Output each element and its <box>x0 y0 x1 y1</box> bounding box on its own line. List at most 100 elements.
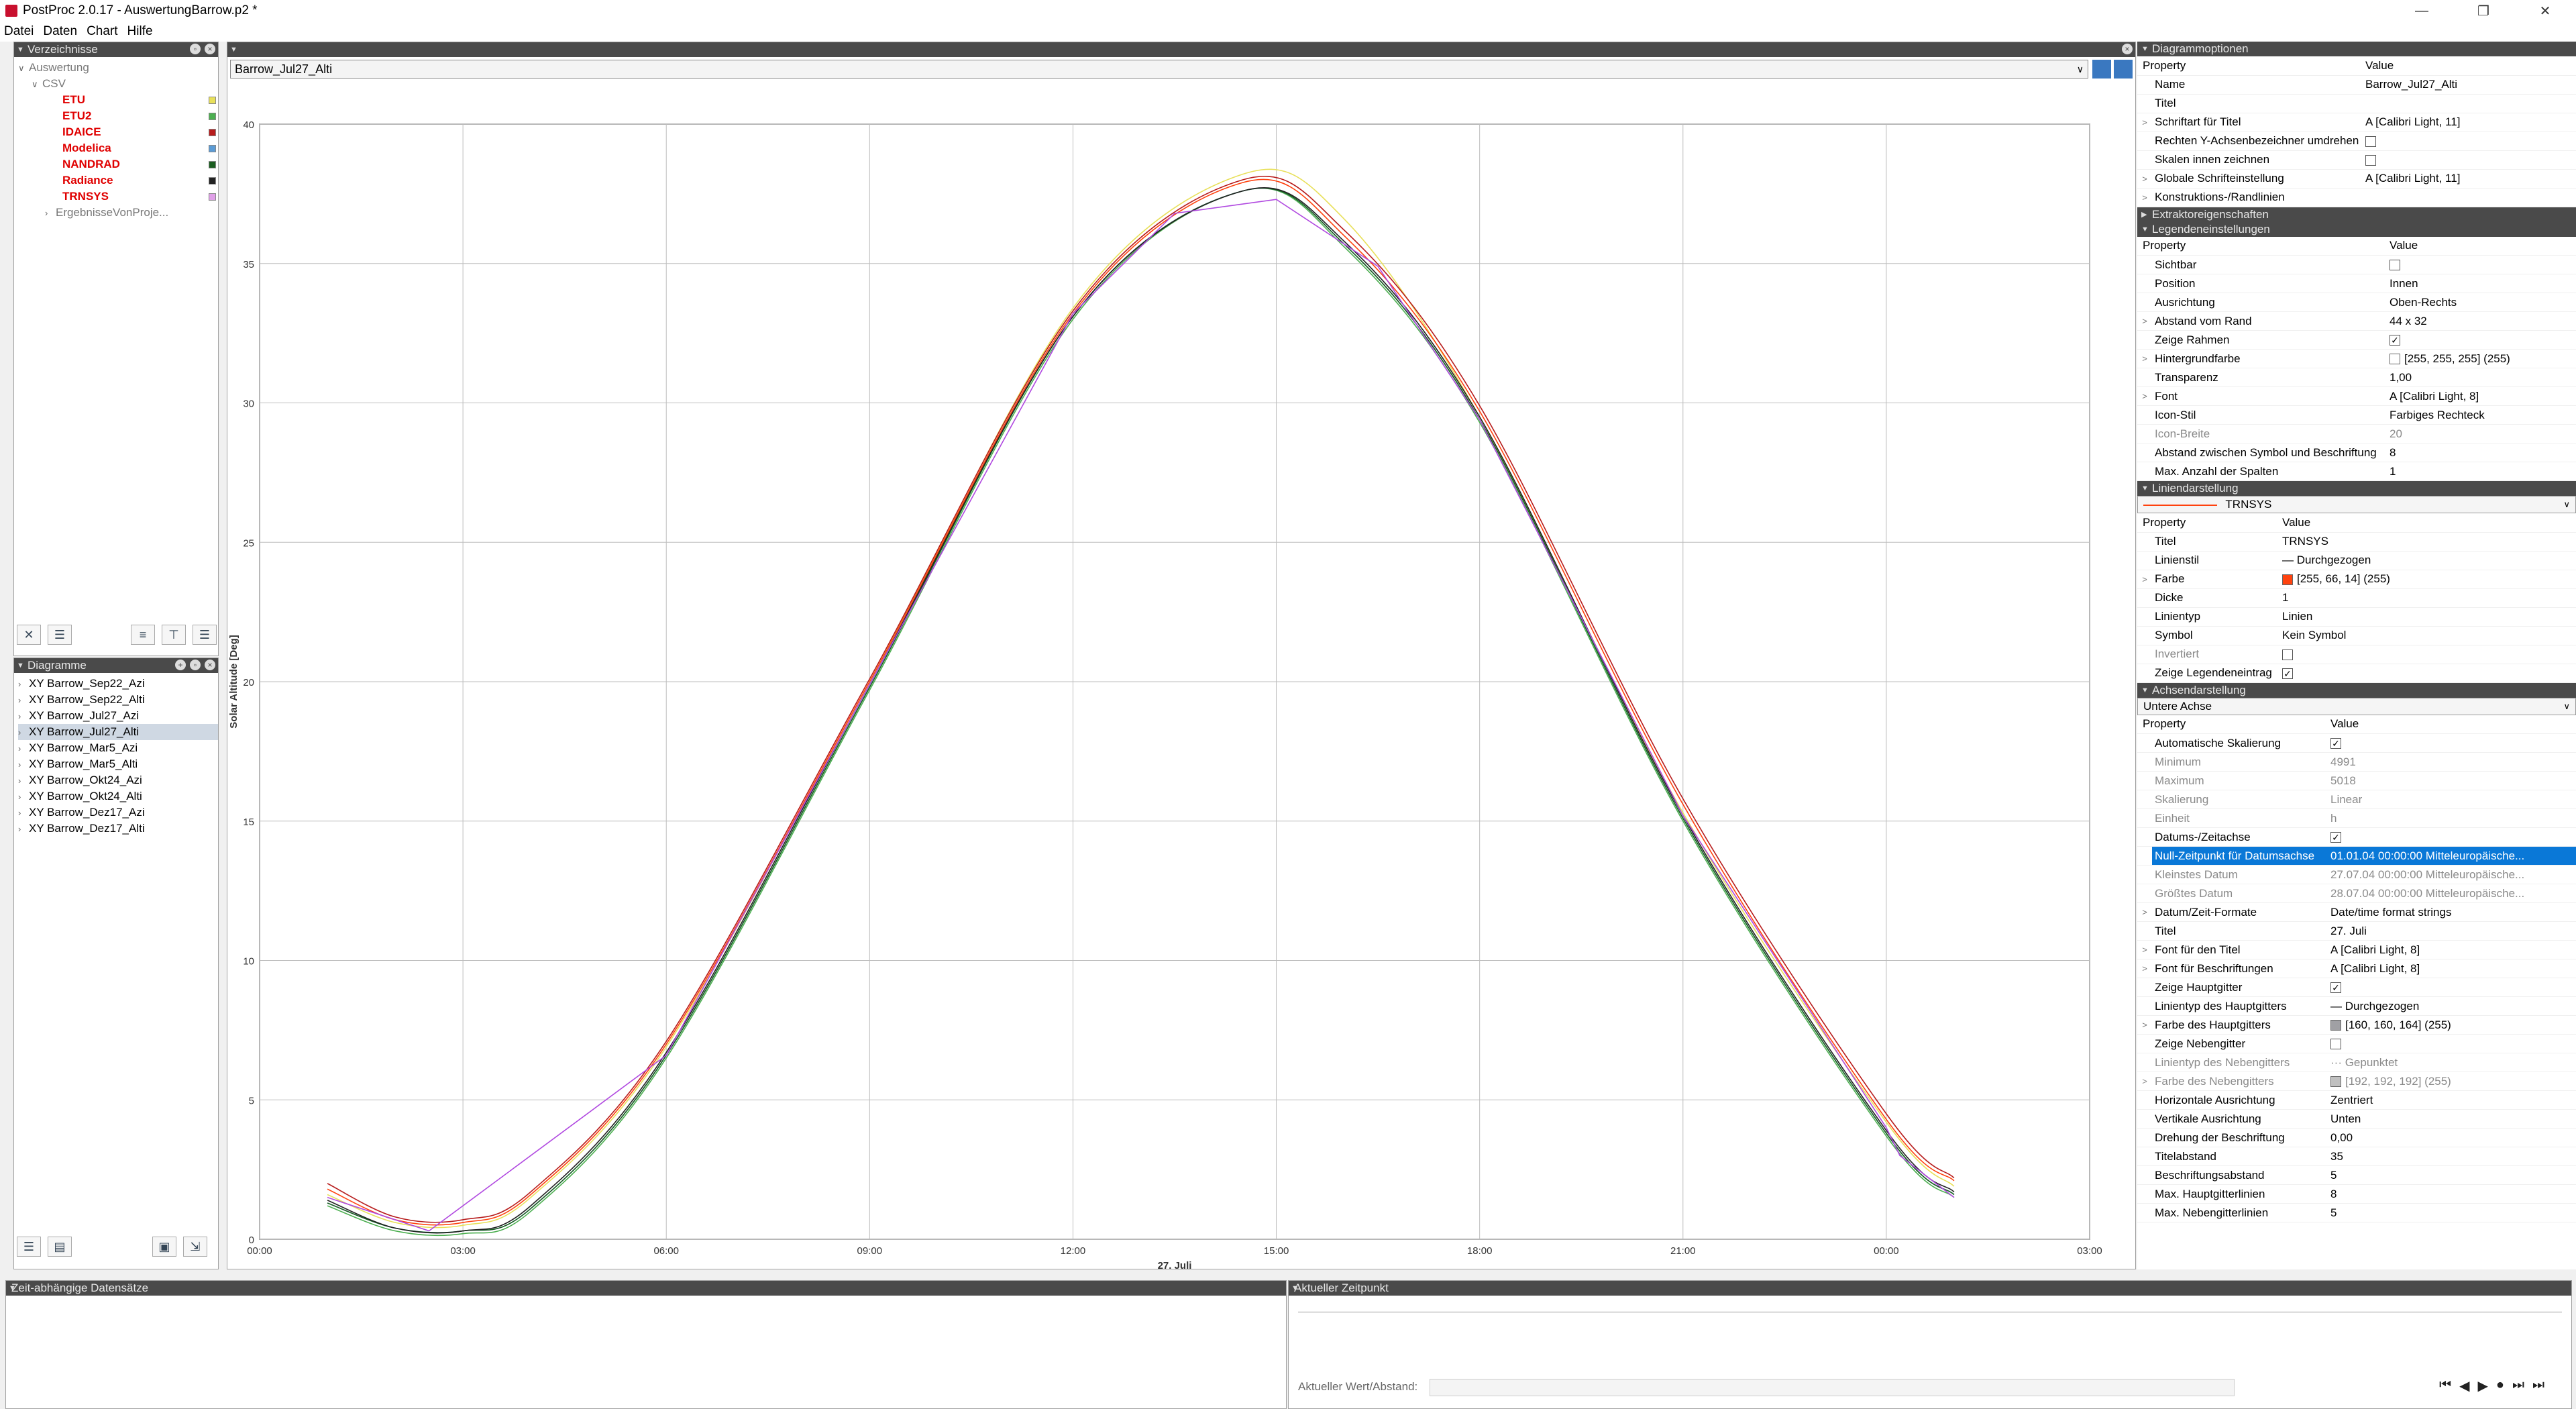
expand-all-icon[interactable]: ≡ <box>131 625 155 645</box>
chevron-right-icon[interactable]: > <box>2137 349 2152 368</box>
add-icon[interactable]: + <box>175 660 186 670</box>
chart-select[interactable]: Barrow_Jul27_Alti ∨ <box>230 60 2088 79</box>
property-value[interactable]: A [Calibri Light, 8] <box>2328 959 2576 978</box>
tree-item-radiance[interactable]: Radiance <box>18 172 218 189</box>
property-value[interactable]: ✓ <box>2328 827 2576 847</box>
property-row[interactable]: Linienstil — Durchgezogen <box>2137 551 2576 570</box>
checkbox[interactable] <box>2330 1039 2341 1050</box>
property-value[interactable] <box>2279 645 2576 664</box>
menu-datei[interactable]: Datei <box>4 24 34 39</box>
property-row[interactable]: Abstand zwischen Symbol und Beschriftung… <box>2137 443 2576 462</box>
current-value-field[interactable] <box>1430 1379 2235 1396</box>
chevron-right-icon[interactable]: > <box>2137 959 2152 978</box>
property-value[interactable] <box>2328 1034 2576 1053</box>
property-value[interactable]: — Durchgezogen <box>2328 996 2576 1016</box>
property-value[interactable] <box>2387 255 2576 274</box>
chevron-right-icon[interactable]: > <box>2137 113 2152 132</box>
property-value[interactable]: 28.07.04 00:00:00 Mitteleuropäische... <box>2328 884 2576 903</box>
property-row[interactable]: > Schriftart für Titel A [Calibri Light, 1… <box>2137 113 2576 132</box>
property-value[interactable]: A [Calibri Light, 11] <box>2363 169 2576 189</box>
property-row[interactable]: Max. Hauptgitterlinien 8 <box>2137 1184 2576 1204</box>
property-row[interactable]: > Globale Schrifteinstellung A [Calibri Li… <box>2137 169 2576 189</box>
property-value[interactable]: ✓ <box>2279 664 2576 683</box>
property-row[interactable]: Horizontale Ausrichtung Zentriert <box>2137 1090 2576 1110</box>
property-value[interactable]: 44 x 32 <box>2387 311 2576 331</box>
chevron-right-icon[interactable]: › <box>45 205 56 221</box>
chevron-right-icon[interactable]: › <box>18 757 29 773</box>
property-value[interactable]: A [Calibri Light, 8] <box>2387 386 2576 406</box>
property-value[interactable]: 01.01.04 00:00:00 Mitteleuropäische... <box>2328 846 2576 866</box>
export-icon[interactable]: ⇲ <box>183 1237 207 1257</box>
property-row[interactable]: Transparenz 1,00 <box>2137 368 2576 387</box>
property-row[interactable]: Symbol Kein Symbol <box>2137 626 2576 645</box>
property-value[interactable]: 8 <box>2387 443 2576 462</box>
chevron-right-icon[interactable]: › <box>18 789 29 805</box>
diagram-list-item[interactable]: › XY Barrow_Sep22_Alti <box>18 692 218 708</box>
chevron-right-icon[interactable]: > <box>2137 311 2152 331</box>
layout-icon[interactable] <box>2092 60 2111 79</box>
property-row[interactable]: Datums-/Zeitachse ✓ <box>2137 827 2576 847</box>
property-value[interactable]: 1 <box>2387 462 2576 481</box>
chevron-right-icon[interactable]: > <box>2137 902 2152 922</box>
property-row[interactable]: > Font für Beschriftungen A [Calibri Light… <box>2137 959 2576 978</box>
remove-icon[interactable]: ✕ <box>17 625 41 645</box>
chevron-right-icon[interactable]: › <box>18 821 29 837</box>
property-value[interactable]: 0,00 <box>2328 1128 2576 1147</box>
property-value[interactable]: A [Calibri Light, 11] <box>2363 113 2576 132</box>
property-row[interactable]: Null-Zeitpunkt für Datumsachse 01.01.04 0… <box>2137 846 2576 866</box>
property-row[interactable]: Zeige Hauptgitter ✓ <box>2137 978 2576 997</box>
checkbox[interactable] <box>2282 649 2293 660</box>
property-row[interactable]: Skalierung Linear <box>2137 790 2576 809</box>
chevron-right-icon[interactable]: › <box>18 741 29 757</box>
property-value[interactable]: 4991 <box>2328 752 2576 772</box>
property-value[interactable]: [160, 160, 164] (255) <box>2328 1015 2576 1035</box>
property-value[interactable]: Oben-Rechts <box>2387 293 2576 312</box>
property-row[interactable]: Linientyp Linien <box>2137 607 2576 627</box>
checkbox[interactable]: ✓ <box>2330 982 2341 994</box>
chevron-right-icon[interactable]: > <box>2137 1072 2152 1091</box>
media-control-icon[interactable]: ◀ <box>2459 1377 2469 1394</box>
diagram-list-item[interactable]: › XY Barrow_Mar5_Alti <box>18 756 218 772</box>
property-value[interactable]: ✓ <box>2328 978 2576 997</box>
property-value[interactable]: ✓ <box>2387 330 2576 350</box>
checkbox[interactable]: ✓ <box>2330 832 2341 843</box>
property-value[interactable]: Barrow_Jul27_Alti <box>2363 75 2576 95</box>
chevron-right-icon[interactable]: > <box>2137 1015 2152 1035</box>
property-value[interactable]: [255, 255, 255] (255) <box>2387 349 2576 368</box>
panel-float-icon[interactable]: ▫ <box>190 660 201 670</box>
property-row[interactable]: > Farbe des Nebengitters [192, 192, 192] (… <box>2137 1072 2576 1091</box>
linien-series-select[interactable]: TRNSYS ∨ <box>2137 496 2576 513</box>
chevron-down-icon[interactable]: ∨ <box>32 76 42 93</box>
property-row[interactable]: > Farbe des Hauptgitters [160, 160, 164] (… <box>2137 1015 2576 1035</box>
media-control-icon[interactable]: ● <box>2496 1377 2504 1394</box>
property-value[interactable]: [255, 66, 14] (255) <box>2279 570 2576 589</box>
details-icon[interactable]: ▤ <box>48 1237 72 1257</box>
property-row[interactable]: Minimum 4991 <box>2137 752 2576 772</box>
property-row[interactable]: Drehung der Beschriftung 0,00 <box>2137 1128 2576 1147</box>
grid-icon[interactable] <box>2114 60 2133 79</box>
property-value[interactable]: 1,00 <box>2387 368 2576 387</box>
panel-close-icon[interactable]: × <box>205 660 215 670</box>
property-value[interactable]: Linear <box>2328 790 2576 809</box>
chevron-right-icon[interactable]: › <box>18 692 29 709</box>
menu-chart[interactable]: Chart <box>87 24 117 39</box>
checkbox[interactable] <box>2365 136 2376 147</box>
chevron-down-icon[interactable]: ∨ <box>2563 698 2570 715</box>
checkbox[interactable]: ✓ <box>2282 668 2293 679</box>
tree-item-trnsys[interactable]: TRNSYS <box>18 189 218 205</box>
property-row[interactable]: Dicke 1 <box>2137 588 2576 608</box>
property-value[interactable]: 27.07.04 00:00:00 Mitteleuropäische... <box>2328 865 2576 884</box>
property-value[interactable] <box>2363 94 2576 113</box>
tree-item-modelica[interactable]: Modelica <box>18 140 218 156</box>
property-value[interactable]: 5 <box>2328 1203 2576 1222</box>
collapse-icon[interactable]: ⊤ <box>162 625 186 645</box>
property-value[interactable] <box>2363 132 2576 151</box>
chevron-right-icon[interactable]: › <box>18 676 29 692</box>
close-button[interactable]: ✕ <box>2514 0 2576 21</box>
property-row[interactable]: Icon-Stil Farbiges Rechteck <box>2137 405 2576 425</box>
property-row[interactable]: Beschriftungsabstand 5 <box>2137 1165 2576 1185</box>
property-row[interactable]: > Hintergrundfarbe [255, 255, 255] (255) <box>2137 349 2576 368</box>
tree-extra[interactable]: › ErgebnisseVonProje... <box>18 205 218 221</box>
property-row[interactable]: Linientyp des Hauptgitters — Durchgezogen <box>2137 996 2576 1016</box>
chevron-right-icon[interactable]: > <box>2137 188 2152 207</box>
